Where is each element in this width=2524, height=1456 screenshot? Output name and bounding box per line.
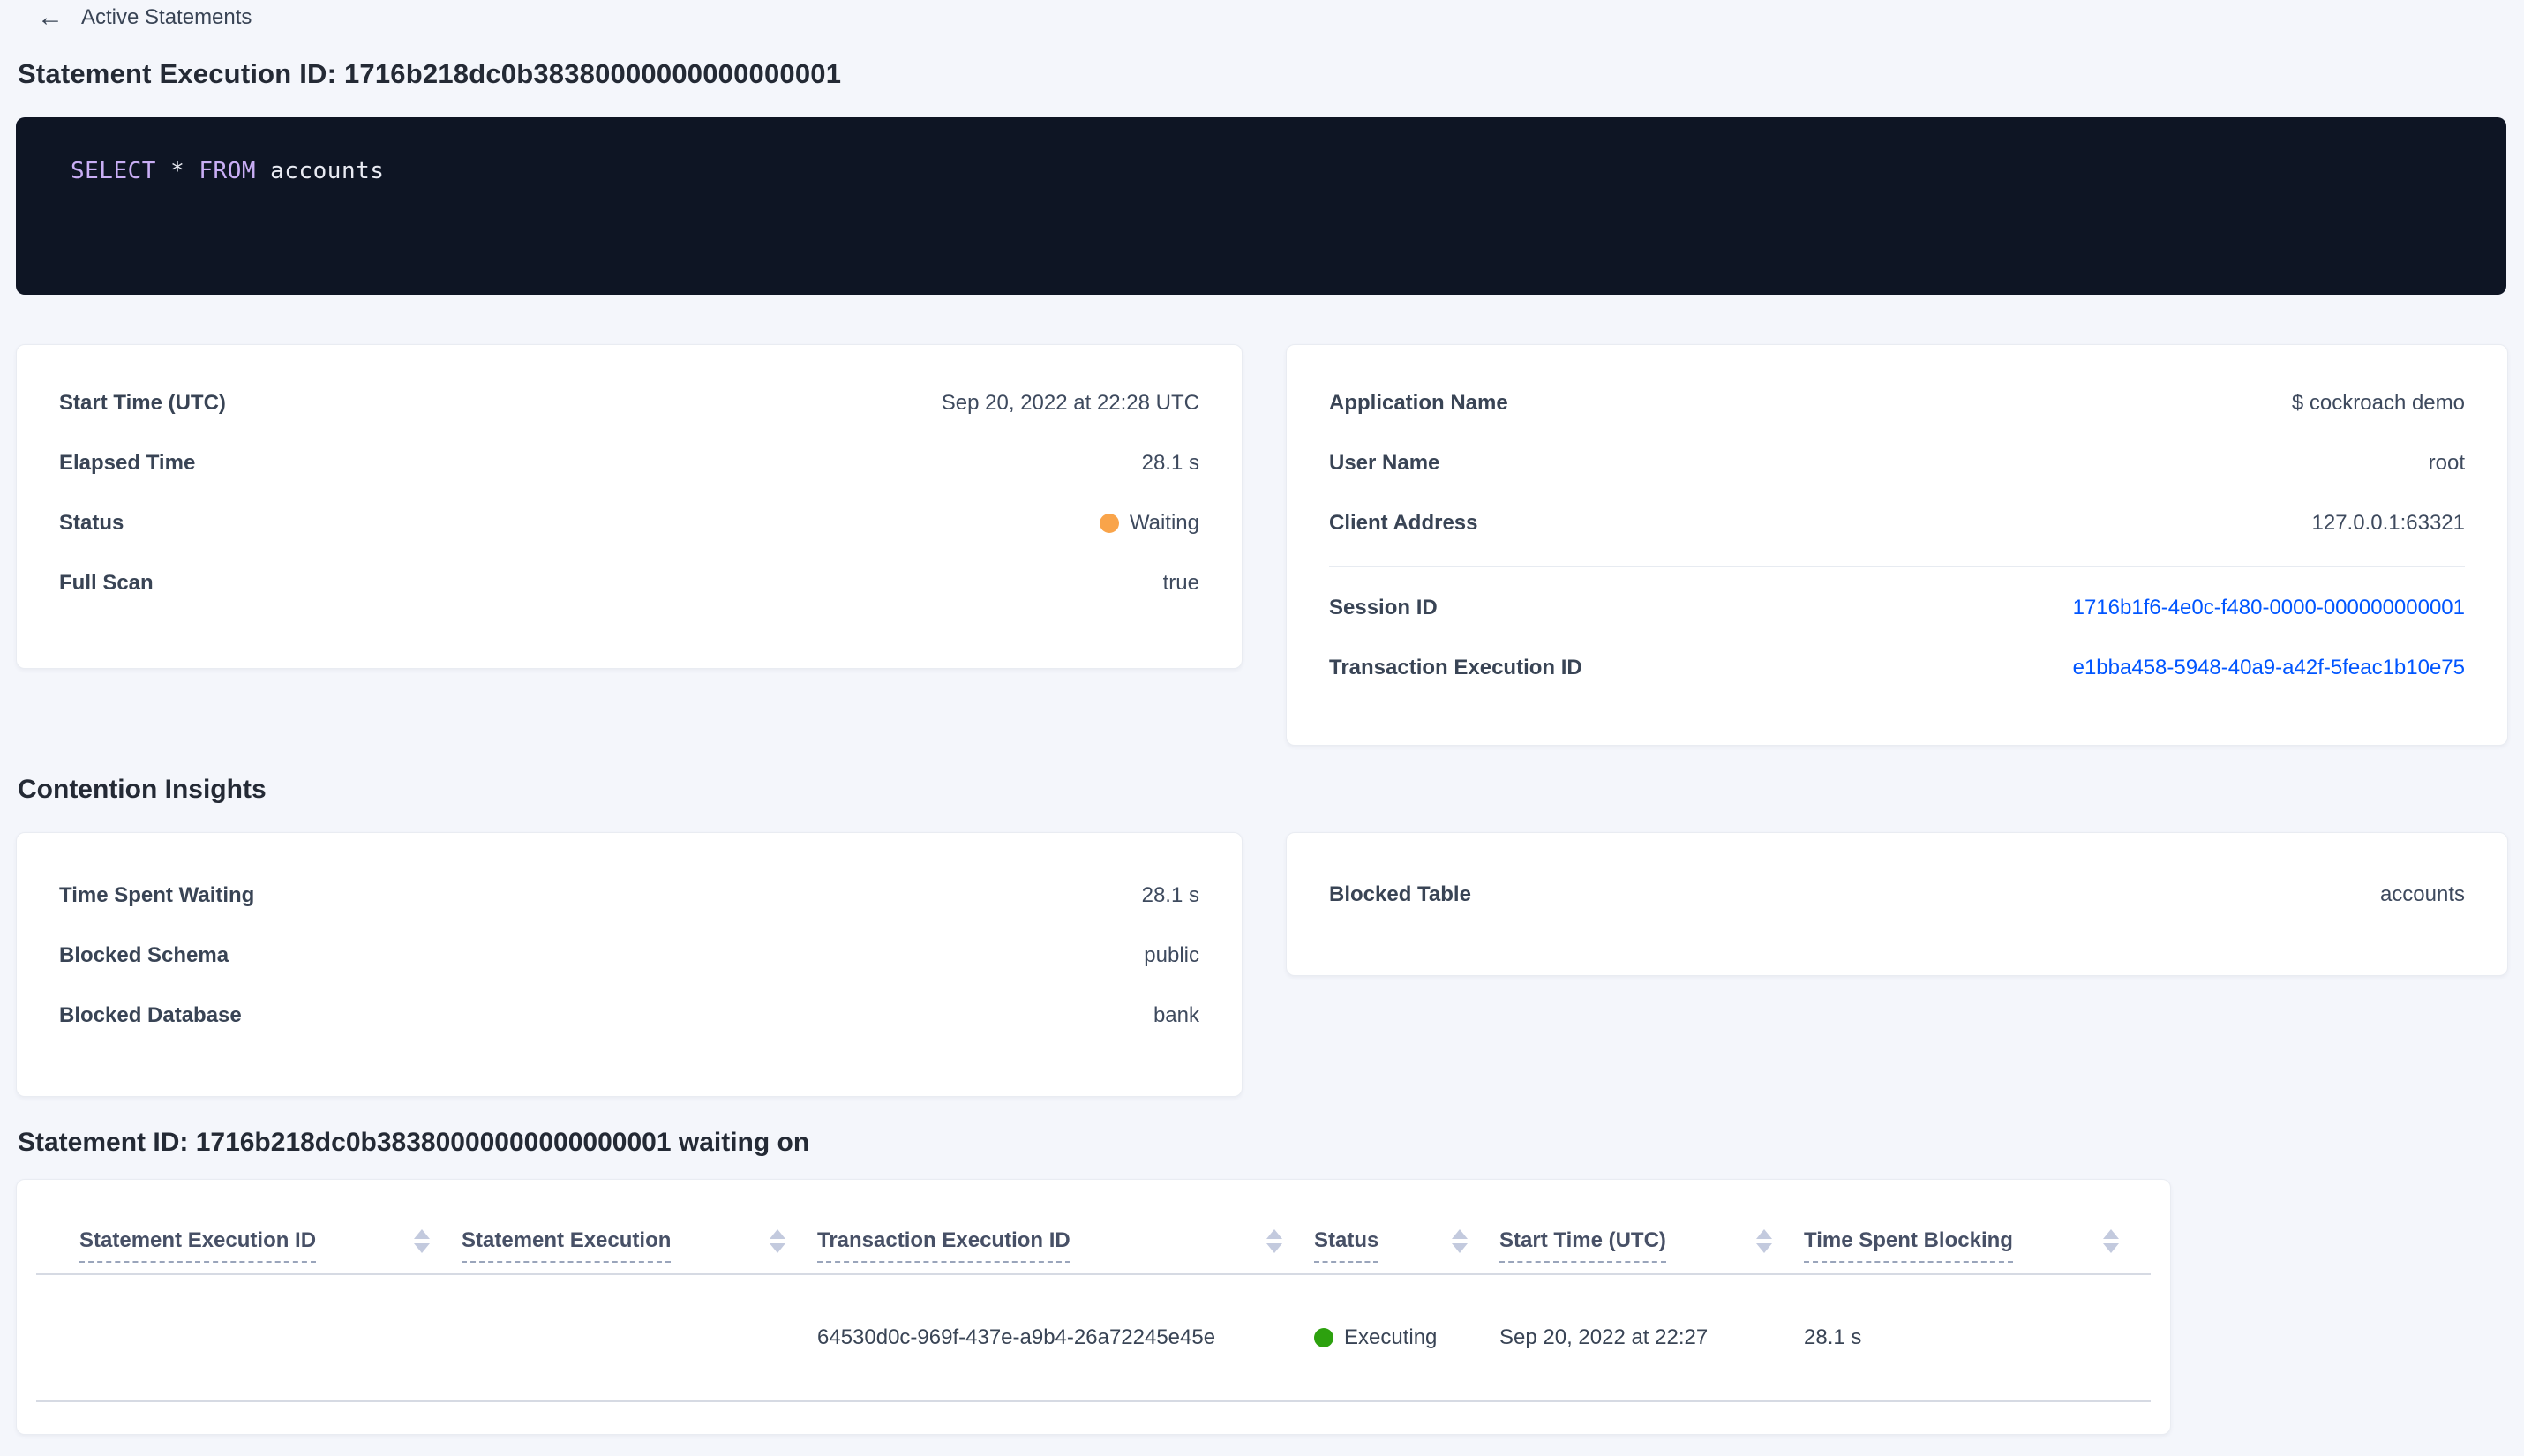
contention-insights-heading: Contention Insights [18, 775, 267, 804]
table-row: 64530d0c-969f-437e-a9b4-26a72245e45e Exe… [36, 1275, 2151, 1402]
elapsed-time-value: 28.1 s [1141, 451, 1199, 475]
sql-statement-box: SELECT * FROM accounts [16, 117, 2506, 295]
full-scan-label: Full Scan [59, 571, 154, 595]
column-header-status[interactable]: Status [1314, 1228, 1499, 1273]
status-row: Status Waiting [17, 493, 1242, 553]
sort-icon[interactable] [1452, 1229, 1468, 1253]
start-time-label: Start Time (UTC) [59, 391, 226, 415]
time-spent-waiting-row: Time Spent Waiting 28.1 s [17, 866, 1242, 926]
application-name-label: Application Name [1329, 391, 1508, 415]
client-address-row: Client Address 127.0.0.1:63321 [1287, 493, 2507, 553]
column-header-start-time[interactable]: Start Time (UTC) [1499, 1228, 1804, 1273]
sort-icon[interactable] [1266, 1229, 1282, 1253]
user-name-row: User Name root [1287, 433, 2507, 493]
full-scan-row: Full Scan true [17, 553, 1242, 613]
page-title: Statement Execution ID: 1716b218dc0b3838… [18, 58, 842, 89]
card-divider [1329, 566, 2465, 567]
cell-start-time: Sep 20, 2022 at 22:27 [1499, 1325, 1709, 1349]
application-name-value: $ cockroach demo [2291, 391, 2465, 415]
sort-icon[interactable] [770, 1229, 785, 1253]
time-spent-waiting-label: Time Spent Waiting [59, 883, 255, 907]
status-value: Waiting [1099, 511, 1199, 536]
session-details-card: Application Name $ cockroach demo User N… [1286, 344, 2508, 746]
blocked-schema-value: public [1144, 943, 1199, 967]
full-scan-value: true [1162, 571, 1199, 595]
column-header-transaction-execution-id[interactable]: Transaction Execution ID [817, 1228, 1314, 1273]
column-header-statement-execution-id[interactable]: Statement Execution ID [79, 1228, 462, 1273]
cell-transaction-execution-id: 64530d0c-969f-437e-a9b4-26a72245e45e [817, 1325, 1216, 1349]
blocked-database-row: Blocked Database bank [17, 986, 1242, 1046]
column-header-statement-execution[interactable]: Statement Execution [462, 1228, 817, 1273]
user-name-label: User Name [1329, 451, 1440, 475]
back-arrow-icon: ← [37, 3, 64, 32]
start-time-row: Start Time (UTC) Sep 20, 2022 at 22:28 U… [17, 373, 1242, 433]
contention-details-card: Time Spent Waiting 28.1 s Blocked Schema… [16, 832, 1243, 1097]
session-id-label: Session ID [1329, 596, 1438, 619]
client-address-label: Client Address [1329, 511, 1478, 535]
waiting-on-table: Statement Execution ID Statement Executi… [16, 1179, 2171, 1435]
application-name-row: Application Name $ cockroach demo [1287, 373, 2507, 433]
blocked-table-value: accounts [2379, 882, 2465, 906]
statement-execution-details-page: ← Active Statements Statement Execution … [0, 0, 2524, 1456]
blocked-schema-label: Blocked Schema [59, 943, 229, 967]
breadcrumb-label: Active Statements [81, 5, 252, 29]
status-label: Status [59, 511, 124, 535]
breadcrumb[interactable]: ← Active Statements [37, 4, 252, 31]
status-text: Waiting [1129, 511, 1199, 535]
elapsed-time-row: Elapsed Time 28.1 s [17, 433, 1242, 493]
blocked-table-label: Blocked Table [1329, 882, 1471, 906]
sql-star: * [170, 158, 185, 184]
executing-status-dot-icon [1314, 1328, 1333, 1347]
transaction-execution-id-link[interactable]: e1bba458-5948-40a9-a42f-5feac1b10e75 [2073, 656, 2465, 680]
waiting-on-heading: Statement ID: 1716b218dc0b38380000000000… [18, 1128, 810, 1157]
user-name-value: root [2428, 451, 2465, 475]
blocked-database-value: bank [1153, 1003, 1199, 1027]
time-spent-waiting-value: 28.1 s [1141, 883, 1199, 907]
cell-status: Executing [1314, 1325, 1499, 1350]
waiting-status-dot-icon [1099, 514, 1119, 533]
elapsed-time-label: Elapsed Time [59, 451, 196, 475]
sql-table-name: accounts [270, 158, 385, 184]
start-time-value: Sep 20, 2022 at 22:28 UTC [941, 391, 1199, 415]
blocked-schema-row: Blocked Schema public [17, 926, 1242, 986]
sort-icon[interactable] [414, 1229, 430, 1253]
sql-statement: SELECT * FROM accounts [71, 158, 384, 184]
client-address-value: 127.0.0.1:63321 [2311, 511, 2466, 535]
transaction-execution-id-row: Transaction Execution ID e1bba458-5948-4… [1287, 638, 2507, 698]
transaction-execution-id-label: Transaction Execution ID [1329, 656, 1582, 679]
blocked-database-label: Blocked Database [59, 1003, 242, 1027]
cell-time-spent-blocking: 28.1 s [1804, 1325, 1862, 1349]
cell-status-text: Executing [1344, 1325, 1438, 1349]
sql-keyword-from: FROM [199, 158, 257, 184]
execution-details-card: Start Time (UTC) Sep 20, 2022 at 22:28 U… [16, 344, 1243, 669]
blocked-table-card: Blocked Table accounts [1286, 832, 2508, 976]
column-header-time-spent-blocking[interactable]: Time Spent Blocking [1804, 1228, 2151, 1273]
blocked-table-row: Blocked Table accounts [1287, 865, 2507, 925]
session-id-row: Session ID 1716b1f6-4e0c-f480-0000-00000… [1287, 578, 2507, 638]
session-id-link[interactable]: 1716b1f6-4e0c-f480-0000-000000000001 [2073, 596, 2465, 620]
sort-icon[interactable] [1756, 1229, 1772, 1253]
sql-keyword-select: SELECT [71, 158, 156, 184]
sort-icon[interactable] [2103, 1229, 2119, 1253]
table-header-row: Statement Execution ID Statement Executi… [36, 1180, 2151, 1275]
